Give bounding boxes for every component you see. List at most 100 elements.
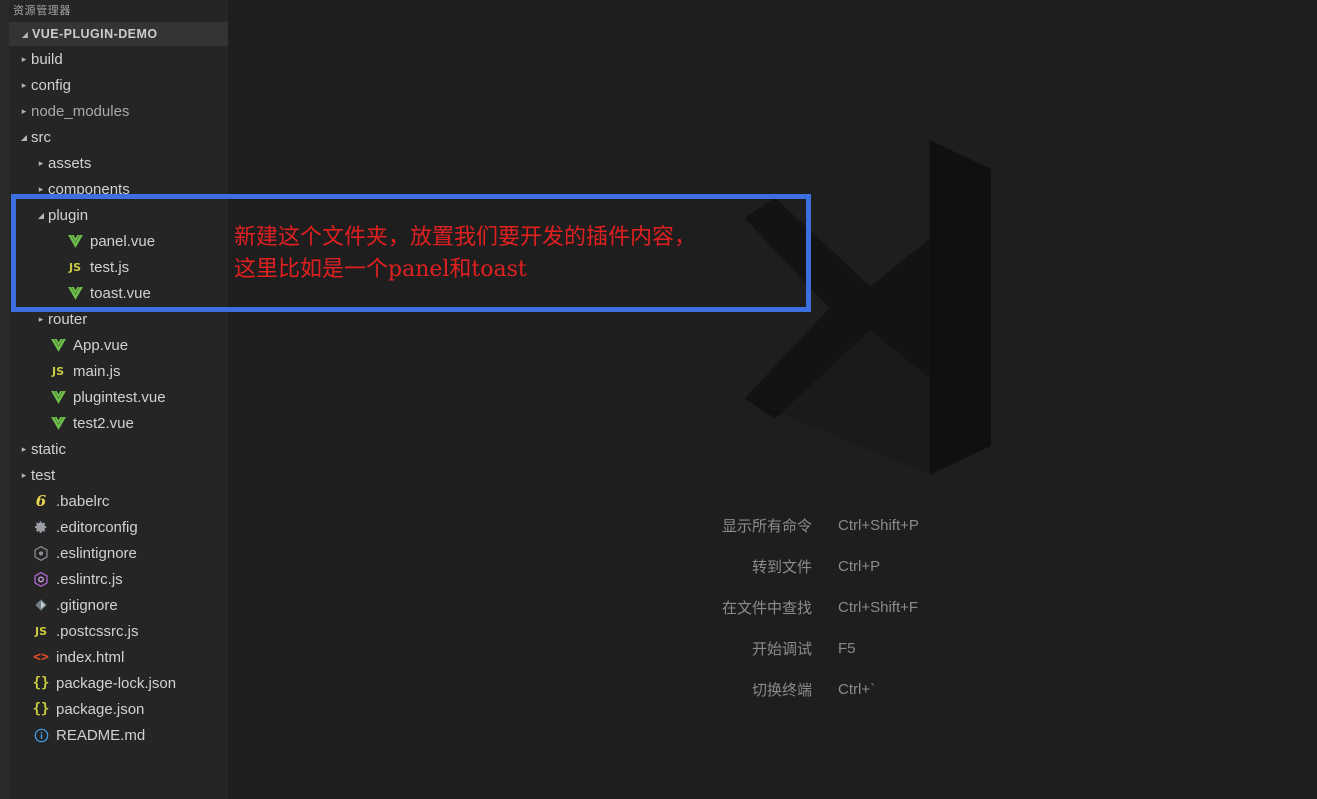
shortcut-keys: F5: [838, 640, 856, 657]
file-label: main.js: [73, 362, 121, 380]
tree-folder-row[interactable]: node_modules: [9, 98, 228, 124]
tree-file-row[interactable]: plugintest.vue: [9, 384, 228, 410]
eslint-gray-icon: [31, 545, 51, 561]
folder-label: assets: [48, 154, 92, 172]
shortcut-keys: Ctrl+`: [838, 681, 876, 698]
tree-file-row[interactable]: <> index.html: [9, 644, 228, 670]
vue-icon: [48, 390, 68, 404]
file-label: plugintest.vue: [73, 388, 166, 406]
vscode-logo-watermark: [744, 140, 991, 475]
js-icon: JS: [34, 624, 47, 638]
tree-file-row[interactable]: .eslintrc.js: [9, 566, 228, 592]
activity-bar-edge: [0, 0, 9, 799]
project-folder-label: VUE-PLUGIN-DEMO: [32, 27, 158, 41]
chevron-down-icon[interactable]: [18, 30, 32, 39]
file-label: test2.vue: [73, 414, 134, 432]
shortcut-label[interactable]: 转到文件: [722, 546, 838, 587]
file-label: test.js: [90, 258, 130, 276]
eslint-purple-icon: [31, 571, 51, 587]
tree-file-row[interactable]: 6 .babelrc: [9, 488, 228, 514]
file-label: .eslintrc.js: [56, 570, 123, 588]
chevron-right-icon[interactable]: [17, 81, 31, 90]
project-folder-header[interactable]: VUE-PLUGIN-DEMO: [9, 22, 228, 46]
tree-folder-row[interactable]: plugin: [9, 202, 228, 228]
vue-icon: [65, 234, 85, 248]
file-label: README.md: [56, 726, 146, 744]
shortcut-label[interactable]: 显示所有命令: [722, 505, 838, 546]
json-icon: {}: [32, 675, 50, 691]
explorer-title: 资源管理器: [13, 5, 71, 17]
annotation-line-2: 这里比如是一个panel和toast: [234, 257, 527, 282]
babel-icon: 6: [35, 491, 47, 510]
tree-folder-row[interactable]: test: [9, 462, 228, 488]
folder-label: build: [31, 50, 63, 68]
chevron-right-icon[interactable]: [34, 185, 48, 194]
shortcut-label[interactable]: 切换终端: [722, 669, 838, 710]
tree-file-row[interactable]: toast.vue: [9, 280, 228, 306]
tree-file-row[interactable]: README.md: [9, 722, 228, 748]
tree-folder-row[interactable]: build: [9, 46, 228, 72]
shortcut-row: 转到文件 Ctrl+P: [722, 546, 919, 587]
shortcut-keys: Ctrl+Shift+F: [838, 599, 919, 616]
chevron-right-icon[interactable]: [34, 315, 48, 324]
folder-label: src: [31, 128, 51, 146]
shortcut-label[interactable]: 在文件中查找: [722, 587, 838, 628]
chevron-right-icon[interactable]: [34, 159, 48, 168]
folder-label: config: [31, 76, 72, 94]
shortcut-table: 显示所有命令 Ctrl+Shift+P 转到文件 Ctrl+P 在文件中查找 Ctrl+S…: [722, 505, 919, 710]
chevron-right-icon[interactable]: [17, 471, 31, 480]
tree-file-row[interactable]: {} package-lock.json: [9, 670, 228, 696]
folder-label: static: [31, 440, 67, 458]
shortcut-keys: Ctrl+P: [838, 558, 881, 575]
chevron-right-icon[interactable]: [17, 445, 31, 454]
git-icon: [31, 598, 51, 612]
gear-icon: [31, 520, 51, 534]
annotation-text: 新建这个文件夹，放置我们要开发的插件内容， 这里比如是一个panel和toast: [234, 222, 696, 286]
explorer-sidebar: 资源管理器 VUE-PLUGIN-DEMO build config node_mo…: [9, 0, 228, 799]
tree-file-row[interactable]: .editorconfig: [9, 514, 228, 540]
tree-file-row[interactable]: test2.vue: [9, 410, 228, 436]
file-label: .postcssrc.js: [56, 622, 139, 640]
tree-folder-row[interactable]: src: [9, 124, 228, 150]
tree-folder-row[interactable]: assets: [9, 150, 228, 176]
shortcut-label[interactable]: 开始调试: [722, 628, 838, 669]
file-label: package.json: [56, 700, 145, 718]
vscode-window: 资源管理器 VUE-PLUGIN-DEMO build config node_mo…: [0, 0, 1317, 799]
chevron-right-icon[interactable]: [17, 55, 31, 64]
tree-folder-row[interactable]: config: [9, 72, 228, 98]
shortcut-row: 显示所有命令 Ctrl+Shift+P: [722, 505, 919, 546]
markdown-info-icon: [31, 728, 51, 743]
js-icon: JS: [51, 364, 64, 378]
folder-label: plugin: [48, 206, 89, 224]
tree-file-row[interactable]: panel.vue: [9, 228, 228, 254]
tree-file-row[interactable]: App.vue: [9, 332, 228, 358]
chevron-right-icon[interactable]: [17, 107, 31, 116]
tree-file-row[interactable]: .gitignore: [9, 592, 228, 618]
shortcut-keys: Ctrl+Shift+P: [838, 517, 919, 534]
folder-label: node_modules: [31, 102, 130, 120]
tree-folder-row[interactable]: router: [9, 306, 228, 332]
js-icon: JS: [68, 260, 81, 274]
file-label: .eslintignore: [56, 544, 137, 562]
tree-file-row[interactable]: .eslintignore: [9, 540, 228, 566]
shortcut-row: 开始调试 F5: [722, 628, 919, 669]
shortcut-hints: 显示所有命令 Ctrl+Shift+P 转到文件 Ctrl+P 在文件中查找 Ctrl+S…: [228, 505, 1317, 710]
tree-file-row[interactable]: JS test.js: [9, 254, 228, 280]
folder-label: test: [31, 466, 56, 484]
editor-empty-area: 显示所有命令 Ctrl+Shift+P 转到文件 Ctrl+P 在文件中查找 Ctrl+S…: [228, 0, 1317, 799]
file-label: panel.vue: [90, 232, 156, 250]
tree-folder-row[interactable]: components: [9, 176, 228, 202]
html-icon: <>: [33, 649, 49, 665]
file-label: .babelrc: [56, 492, 110, 510]
chevron-down-icon[interactable]: [17, 133, 31, 142]
shortcut-row: 切换终端 Ctrl+`: [722, 669, 919, 710]
chevron-down-icon[interactable]: [34, 211, 48, 220]
file-label: .gitignore: [56, 596, 118, 614]
vue-icon: [48, 338, 68, 352]
tree-file-row[interactable]: {} package.json: [9, 696, 228, 722]
tree-folder-row[interactable]: static: [9, 436, 228, 462]
tree-file-row[interactable]: JS main.js: [9, 358, 228, 384]
annotation-line-1: 新建这个文件夹，放置我们要开发的插件内容，: [234, 225, 697, 250]
json-icon: {}: [32, 701, 50, 717]
tree-file-row[interactable]: JS .postcssrc.js: [9, 618, 228, 644]
